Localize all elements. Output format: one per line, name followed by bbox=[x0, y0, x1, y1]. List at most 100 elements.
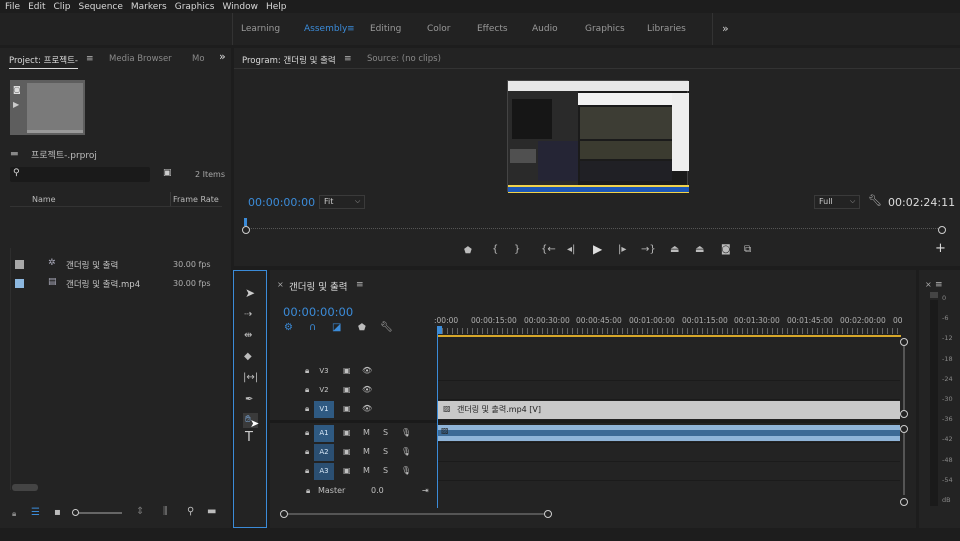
ripple-edit-icon[interactable]: ⇹ bbox=[244, 331, 252, 341]
time-ruler[interactable]: :00:00 00:00:15:00 00:00:30:00 00:00:45:00 0… bbox=[434, 316, 903, 338]
workspace-libraries[interactable]: Libraries bbox=[647, 24, 686, 34]
track-select-icon[interactable]: ⇢ bbox=[244, 310, 252, 320]
sync-lock-icon[interactable]: ▣ bbox=[343, 466, 351, 475]
linked-selection-icon[interactable]: ◪ bbox=[332, 323, 341, 333]
workspace-menu-icon[interactable]: ≡ bbox=[347, 24, 355, 34]
close-icon[interactable]: × bbox=[277, 280, 284, 290]
tab-more[interactable]: Mo bbox=[192, 54, 204, 64]
nest-icon[interactable]: ⚙︎ bbox=[284, 323, 293, 333]
playhead-line[interactable] bbox=[437, 332, 438, 508]
video-clip[interactable]: ▨ 갠더링 및 출력.mp4 [V] bbox=[438, 401, 900, 419]
lock-icon[interactable]: 🔒︎ bbox=[306, 486, 310, 496]
vertical-zoom-handle[interactable] bbox=[900, 410, 908, 418]
export-frame-icon[interactable]: ◙ bbox=[721, 245, 731, 255]
icon-view-icon[interactable]: ▪ bbox=[54, 508, 61, 518]
workspace-learning[interactable]: Learning bbox=[241, 24, 280, 34]
track-target-v2[interactable]: V2 bbox=[314, 382, 334, 399]
vertical-zoom-handle[interactable] bbox=[900, 498, 908, 506]
mute-button[interactable]: M bbox=[363, 428, 370, 437]
track-lane[interactable] bbox=[437, 381, 900, 400]
sync-lock-icon[interactable]: ▣ bbox=[343, 428, 351, 437]
add-marker-icon[interactable]: ⬟ bbox=[358, 323, 366, 333]
mark-out-icon[interactable]: } bbox=[514, 245, 520, 255]
lock-icon[interactable]: 🔒︎ bbox=[305, 385, 309, 395]
eye-icon[interactable]: 👁︎ bbox=[362, 404, 372, 413]
workspace-assembly[interactable]: Assembly bbox=[304, 24, 347, 34]
snap-icon[interactable]: ∩ bbox=[309, 323, 316, 333]
panel-menu-icon[interactable]: ≡ bbox=[356, 280, 364, 290]
list-view-icon[interactable]: ☰ bbox=[31, 508, 40, 518]
track-lane[interactable] bbox=[437, 443, 900, 462]
column-frame-rate[interactable]: Frame Rate bbox=[173, 195, 219, 204]
type-tool-icon[interactable]: T bbox=[245, 431, 253, 444]
horizontal-scrollbar[interactable] bbox=[12, 484, 38, 491]
microphone-icon[interactable]: 🎙︎ bbox=[401, 466, 411, 475]
selection-tool-icon[interactable]: ➤ bbox=[245, 287, 255, 299]
extract-icon[interactable]: ⏏ bbox=[695, 245, 704, 255]
tab-project[interactable]: Project: 프로젝트- bbox=[9, 54, 78, 69]
go-to-in-icon[interactable]: {← bbox=[541, 245, 556, 255]
lock-icon[interactable]: 🔒︎ bbox=[305, 428, 309, 438]
menu-graphics[interactable]: Graphics bbox=[175, 2, 215, 12]
track-target-v3[interactable]: V3 bbox=[314, 363, 334, 380]
menu-edit[interactable]: Edit bbox=[28, 2, 45, 12]
play-icon[interactable]: ▶ bbox=[593, 243, 602, 255]
new-bin-icon[interactable]: ▣ bbox=[163, 168, 172, 178]
workspace-editing[interactable]: Editing bbox=[370, 24, 401, 34]
tab-source[interactable]: Source: (no clips) bbox=[367, 54, 441, 64]
sort-icon[interactable]: ⇕ bbox=[136, 507, 144, 517]
sync-lock-icon[interactable]: ▣ bbox=[343, 404, 351, 413]
playhead-scrubber[interactable] bbox=[242, 218, 946, 238]
pen-tool-icon[interactable]: ✒ bbox=[245, 395, 253, 405]
quality-dropdown[interactable]: Full ⌵ bbox=[814, 195, 860, 209]
lock-icon[interactable]: 🔒︎ bbox=[305, 466, 309, 476]
track-target-v1[interactable]: V1 bbox=[314, 401, 334, 418]
workspace-audio[interactable]: Audio bbox=[532, 24, 558, 34]
razor-tool-icon[interactable]: ◆ bbox=[244, 352, 252, 362]
wrench-icon[interactable]: 🔧︎ bbox=[868, 195, 882, 206]
new-folder-icon[interactable]: ▬ bbox=[207, 507, 216, 517]
find-icon[interactable]: ⚲ bbox=[187, 507, 194, 517]
tab-program[interactable]: Program: 갠더링 및 출력 bbox=[242, 54, 336, 69]
solo-button[interactable]: S bbox=[383, 428, 388, 437]
workspace-graphics[interactable]: Graphics bbox=[585, 24, 625, 34]
track-target-a3[interactable]: A3 bbox=[314, 463, 334, 480]
workspace-overflow-icon[interactable]: » bbox=[722, 22, 729, 35]
mute-button[interactable]: M bbox=[363, 466, 370, 475]
step-forward-icon[interactable]: |▸ bbox=[618, 245, 626, 255]
panel-menu-icon[interactable]: ≡ bbox=[344, 54, 352, 64]
menu-file[interactable]: File bbox=[5, 2, 20, 12]
marker-icon[interactable]: ⬟ bbox=[464, 246, 472, 256]
workspace-color[interactable]: Color bbox=[427, 24, 451, 34]
mute-button[interactable]: M bbox=[363, 447, 370, 456]
go-to-out-icon[interactable]: →} bbox=[641, 245, 656, 255]
tab-media-browser[interactable]: Media Browser bbox=[109, 54, 172, 64]
panel-menu-icon[interactable]: ≡ bbox=[86, 54, 94, 64]
fit-dropdown[interactable]: Fit ⌵ bbox=[319, 195, 365, 209]
eye-icon[interactable]: 👁︎ bbox=[362, 385, 372, 394]
track-target-a1[interactable]: A1 bbox=[314, 425, 334, 442]
add-button-icon[interactable]: + bbox=[935, 242, 946, 255]
lift-icon[interactable]: ⏏ bbox=[670, 245, 679, 255]
program-timecode[interactable]: 00:00:00:00 bbox=[248, 196, 315, 209]
compare-icon[interactable]: ⧉ bbox=[744, 245, 751, 255]
master-volume[interactable]: 0.0 bbox=[371, 486, 384, 495]
timeline-title[interactable]: 갠더링 및 출력 bbox=[289, 279, 347, 293]
track-lane[interactable] bbox=[437, 362, 900, 381]
menu-sequence[interactable]: Sequence bbox=[79, 2, 123, 12]
panel-menu-icon[interactable]: ≡ bbox=[935, 280, 943, 290]
microphone-icon[interactable]: 🎙︎ bbox=[401, 428, 411, 437]
sync-lock-icon[interactable]: ▣ bbox=[343, 385, 351, 394]
lock-icon[interactable]: 🔒︎ bbox=[12, 509, 16, 519]
solo-button[interactable]: S bbox=[383, 447, 388, 456]
lock-icon[interactable]: 🔒︎ bbox=[305, 366, 309, 376]
zoom-slider[interactable] bbox=[72, 509, 122, 516]
timeline-settings-icon[interactable]: 🔧︎ bbox=[380, 323, 393, 333]
track-target-a2[interactable]: A2 bbox=[314, 444, 334, 461]
go-to-end-icon[interactable]: ⇥ bbox=[422, 486, 429, 495]
menu-window[interactable]: Window bbox=[222, 2, 258, 12]
track-lane[interactable] bbox=[437, 462, 900, 481]
column-name[interactable]: Name bbox=[32, 195, 56, 204]
sync-lock-icon[interactable]: ▣ bbox=[343, 447, 351, 456]
eye-icon[interactable]: 👁︎ bbox=[362, 366, 372, 375]
